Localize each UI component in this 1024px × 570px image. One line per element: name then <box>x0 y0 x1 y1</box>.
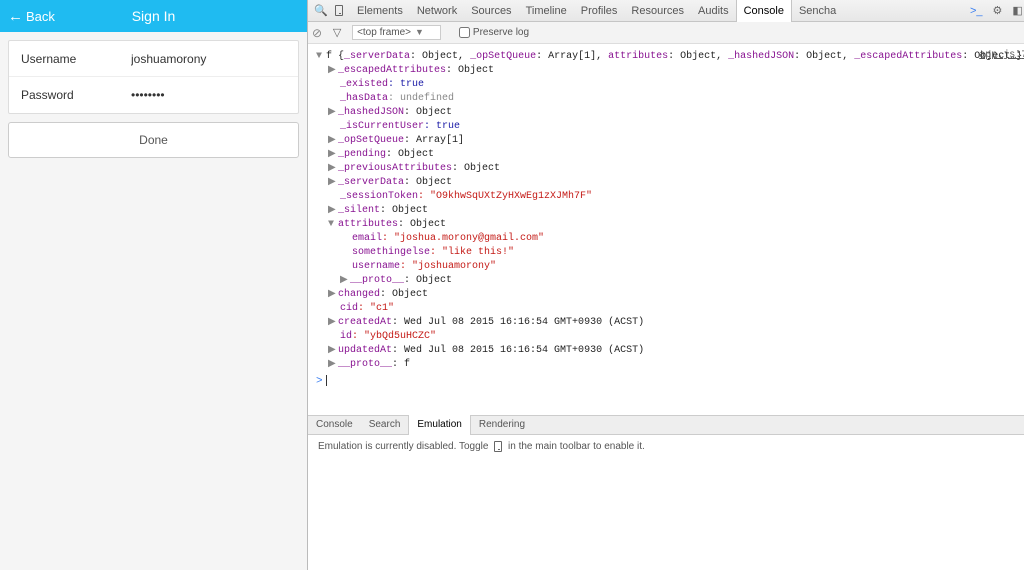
back-button[interactable]: ← Back <box>0 8 55 25</box>
tab-resources[interactable]: Resources <box>624 0 691 22</box>
filter-icon[interactable]: ▽ <box>328 26 346 39</box>
back-arrow-icon: ← <box>8 8 23 25</box>
console-toolbar: ⊘ ▽ <top frame>▼ Preserve log <box>308 22 1024 44</box>
mobile-app-pane: ← Back Sign In Username Password Done <box>0 0 307 570</box>
tab-timeline[interactable]: Timeline <box>519 0 574 22</box>
dock-icon[interactable]: ◧ <box>1010 4 1024 17</box>
tab-sencha[interactable]: Sencha <box>792 0 843 22</box>
console-prompt[interactable]: > <box>316 372 1024 387</box>
drawer-tab-rendering[interactable]: Rendering <box>471 415 533 435</box>
drawer-tab-console[interactable]: Console <box>308 415 361 435</box>
username-row: Username <box>9 41 298 77</box>
done-button[interactable]: Done <box>8 122 299 158</box>
devtools-right-icons: >_ ⚙ ◧ × <box>968 4 1024 17</box>
username-input[interactable] <box>131 52 286 66</box>
device-icon <box>494 441 502 452</box>
preserve-checkbox[interactable] <box>459 27 470 38</box>
console-output[interactable]: app.js:79 ▼f {_serverData: Object, _opSe… <box>308 44 1024 415</box>
app-header: ← Back Sign In <box>0 0 307 32</box>
drawer-tabs: Console Search Emulation Rendering <box>308 415 1024 435</box>
search-icon[interactable]: 🔍 <box>312 4 330 17</box>
tab-audits[interactable]: Audits <box>691 0 736 22</box>
password-input[interactable] <box>131 88 286 102</box>
drawer-tab-emulation[interactable]: Emulation <box>408 415 470 435</box>
tab-profiles[interactable]: Profiles <box>574 0 625 22</box>
devtools-pane: 🔍 Elements Network Sources Timeline Prof… <box>307 0 1024 570</box>
password-row: Password <box>9 77 298 113</box>
preserve-label: Preserve log <box>473 27 529 38</box>
tab-elements[interactable]: Elements <box>350 0 410 22</box>
emulation-msg-b: in the main toolbar to enable it. <box>508 441 645 452</box>
devtools-tabs: Elements Network Sources Timeline Profil… <box>350 0 843 22</box>
tab-sources[interactable]: Sources <box>464 0 518 22</box>
password-label: Password <box>21 88 131 102</box>
devtools-top-bar: 🔍 Elements Network Sources Timeline Prof… <box>308 0 1024 22</box>
emulation-pane: Emulation is currently disabled. Toggle … <box>308 435 1024 570</box>
emulation-msg-a: Emulation is currently disabled. Toggle <box>318 441 491 452</box>
back-label: Back <box>26 9 55 24</box>
frame-select[interactable]: <top frame>▼ <box>352 25 441 40</box>
drawer-icon[interactable]: >_ <box>968 5 985 17</box>
drawer-tab-search[interactable]: Search <box>361 415 409 435</box>
tab-network[interactable]: Network <box>410 0 464 22</box>
preserve-log[interactable]: Preserve log <box>459 27 529 38</box>
source-link[interactable]: app.js:79 <box>979 50 1024 61</box>
tab-console[interactable]: Console <box>736 0 792 22</box>
username-label: Username <box>21 52 131 66</box>
device-mode-icon[interactable] <box>330 5 348 17</box>
gear-icon[interactable]: ⚙ <box>991 4 1005 17</box>
signin-form: Username Password <box>8 40 299 114</box>
clear-icon[interactable]: ⊘ <box>312 26 322 40</box>
